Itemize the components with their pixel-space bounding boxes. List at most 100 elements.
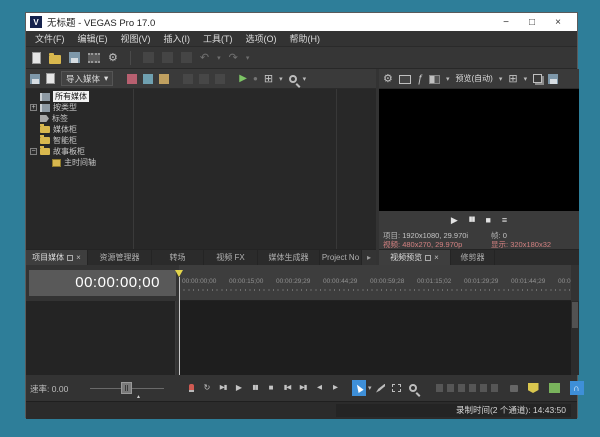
envelope-tool-button[interactable] [374, 380, 388, 396]
normal-edit-tool-button[interactable] [352, 380, 366, 396]
preview-pause-button[interactable]: ▮▮ [469, 214, 475, 226]
auto-preview-icon[interactable]: ● [253, 73, 258, 85]
tab-video-fx[interactable]: 视频 FX [204, 250, 258, 265]
pause-button[interactable]: ▮▮ [248, 380, 262, 396]
new-bin-icon[interactable] [30, 74, 40, 84]
go-to-start-button[interactable]: ▮◀ [280, 380, 294, 396]
menu-view[interactable]: 视图(V) [121, 32, 151, 45]
preview-stop-button[interactable]: ■ [485, 214, 490, 226]
save-snapshot-icon[interactable] [548, 74, 558, 84]
menu-file[interactable]: 文件(F) [35, 32, 65, 45]
undo-dropdown-icon[interactable]: ▾ [217, 54, 221, 62]
tab-overflow-button[interactable]: ▸ [362, 250, 376, 265]
collapse-icon[interactable]: − [30, 148, 37, 155]
go-to-end-button[interactable]: ▶▮ [296, 380, 310, 396]
media-properties-icon[interactable] [183, 74, 193, 84]
close-tab-icon[interactable]: × [434, 255, 439, 261]
preview-play-button[interactable]: ▶ [451, 214, 458, 226]
menu-edit[interactable]: 编辑(E) [78, 32, 108, 45]
paste-icon[interactable] [181, 52, 192, 63]
edit-tool-dropdown-icon[interactable]: ▾ [368, 384, 372, 392]
menu-help[interactable]: 帮助(H) [290, 32, 321, 45]
redo-icon[interactable]: ↷ [229, 52, 238, 64]
get-photo-icon[interactable] [159, 74, 169, 84]
preview-quality-button[interactable]: 预览(自动) [456, 73, 493, 84]
new-project-icon[interactable] [32, 52, 41, 64]
record-button[interactable] [184, 380, 198, 396]
play-from-start-button[interactable]: ▶▮ [216, 380, 230, 396]
views-dropdown-icon[interactable]: ▾ [279, 75, 283, 83]
tab-trimmer[interactable]: 修剪器 [451, 250, 495, 265]
views-grid-icon[interactable]: ⊞ [264, 73, 273, 85]
scrollbar-thumb[interactable] [572, 302, 578, 328]
tree-item-storyboard-bins[interactable]: − 故事板柜 [30, 146, 85, 157]
extract-audio-icon[interactable] [143, 74, 153, 84]
menu-insert[interactable]: 插入(I) [164, 32, 191, 45]
lock-icon[interactable] [510, 385, 518, 392]
overlays-grid-icon[interactable]: ⊞ [508, 73, 517, 85]
track-timeline-area[interactable] [179, 301, 571, 375]
play-button[interactable]: ▶ [232, 380, 246, 396]
snap-toggle-button[interactable]: ∩ [570, 381, 584, 395]
event-tool-icon[interactable] [549, 383, 560, 393]
tab-transitions[interactable]: 转场 [152, 250, 204, 265]
preview-menu-icon[interactable]: ≡ [502, 214, 507, 226]
open-project-icon[interactable] [49, 55, 61, 64]
menu-options[interactable]: 选项(O) [246, 32, 277, 45]
import-file-icon[interactable] [46, 73, 55, 84]
import-media-button[interactable]: 导入媒体 ▾ [61, 71, 113, 86]
tree-item-by-type[interactable]: + 按类型 [30, 102, 77, 113]
close-tab-icon[interactable]: × [76, 255, 81, 261]
float-window-icon[interactable] [67, 255, 73, 261]
overlays-dropdown-icon[interactable]: ▾ [524, 75, 528, 83]
stop-button[interactable]: ■ [264, 380, 278, 396]
capture-video-icon[interactable] [127, 74, 137, 84]
preview-play-icon[interactable]: ▶ [239, 73, 247, 85]
project-properties-gear-icon[interactable]: ⚙ [108, 52, 118, 64]
tab-media-generators[interactable]: 媒体生成器 [258, 250, 320, 265]
preview-settings-gear-icon[interactable]: ⚙ [383, 73, 393, 85]
zoom-tool-button[interactable] [406, 380, 420, 396]
render-as-icon[interactable] [88, 53, 100, 63]
selection-tool-button[interactable] [390, 380, 404, 396]
tree-item-tags[interactable]: 标签 [40, 113, 68, 124]
scrub-slider-thumb[interactable] [121, 382, 132, 394]
timecode-display[interactable]: 00:00:00;00 [29, 270, 176, 296]
playhead-marker-icon[interactable] [175, 270, 183, 277]
timeline-vertical-scrollbar[interactable] [571, 301, 579, 375]
tab-project-notes[interactable]: Project No [320, 250, 362, 265]
float-window-icon[interactable] [425, 255, 431, 261]
preview-quality-dropdown-icon[interactable]: ▾ [499, 75, 503, 83]
tab-explorer[interactable]: 资源管理器 [88, 250, 152, 265]
tree-item-smart-bins[interactable]: 智能柜 [40, 135, 77, 146]
close-button[interactable]: × [545, 14, 571, 30]
next-frame-button[interactable]: ▶ [328, 380, 342, 396]
media-fx-icon[interactable] [199, 74, 209, 84]
external-monitor-icon[interactable] [399, 75, 411, 84]
loop-playback-button[interactable]: ↻ [200, 380, 214, 396]
tree-item-media-bins[interactable]: 媒体柜 [40, 124, 77, 135]
minimize-button[interactable]: − [493, 14, 519, 30]
tree-item-main-timeline[interactable]: 主时间轴 [52, 157, 96, 168]
tab-project-media[interactable]: 项目媒体 × [26, 250, 88, 265]
marker-tool-icon[interactable] [528, 383, 539, 393]
undo-icon[interactable]: ↶ [200, 52, 209, 64]
copy-icon[interactable] [162, 52, 173, 63]
track-list-area[interactable] [26, 301, 176, 375]
video-fx-icon[interactable]: ƒ [417, 73, 423, 85]
redo-dropdown-icon[interactable]: ▾ [246, 54, 250, 62]
tab-video-preview[interactable]: 视频预览 × [379, 250, 451, 265]
split-screen-dropdown-icon[interactable]: ▾ [446, 75, 450, 83]
save-project-icon[interactable] [69, 52, 80, 63]
expand-icon[interactable]: + [30, 104, 37, 111]
tree-item-all-media[interactable]: 所有媒体 [40, 91, 89, 102]
copy-snapshot-icon[interactable] [533, 74, 542, 83]
media-list-area[interactable] [135, 89, 376, 249]
video-preview-screen[interactable] [379, 89, 579, 211]
split-screen-icon[interactable] [429, 75, 440, 84]
timeline-ruler[interactable]: 00:00:00;00 00:00:15;00 00:00:29;29 00:0… [179, 265, 571, 301]
menu-tools[interactable]: 工具(T) [203, 32, 233, 45]
maximize-button[interactable]: □ [519, 14, 545, 30]
search-dropdown-icon[interactable]: ▾ [303, 75, 307, 83]
playhead-line[interactable] [179, 277, 180, 375]
